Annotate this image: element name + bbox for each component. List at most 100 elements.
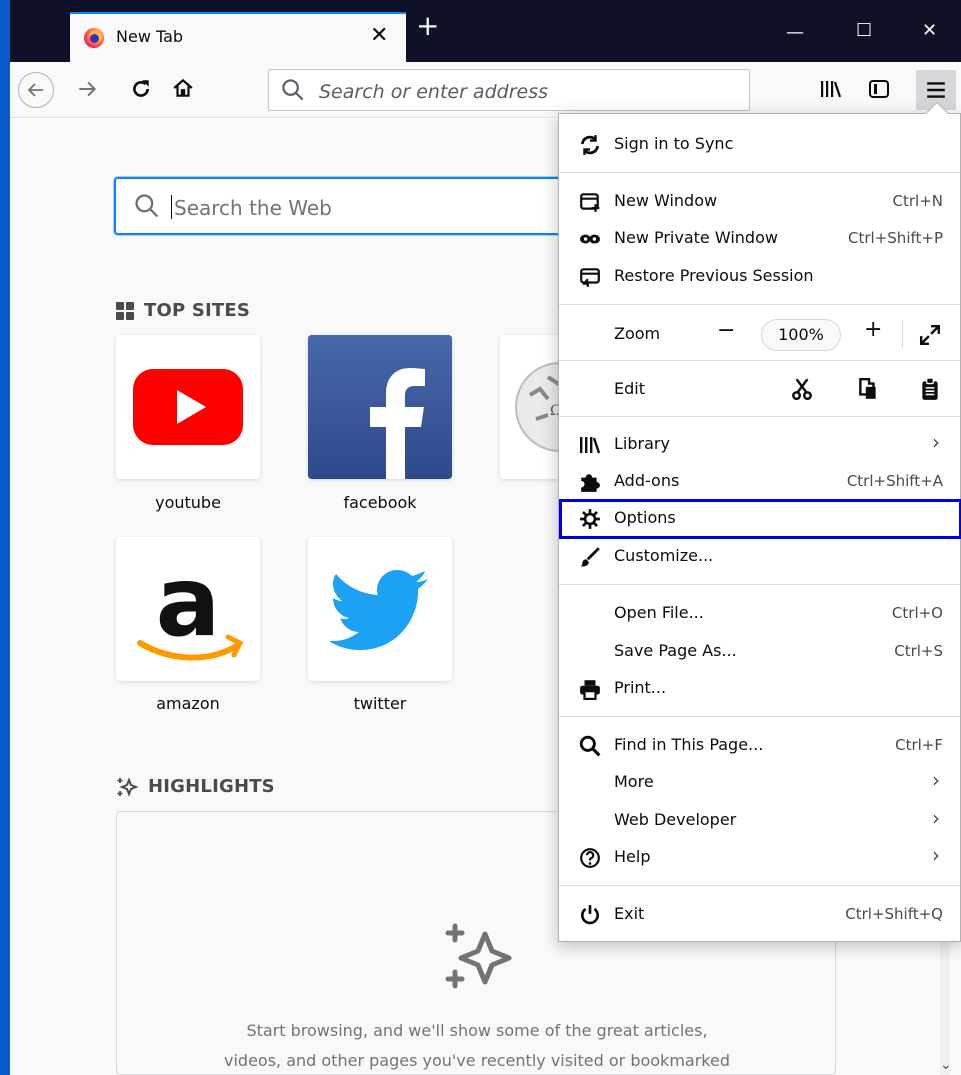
- menu-edit-row: Edit: [559, 371, 960, 408]
- arrow-right-icon: [79, 81, 97, 97]
- library-button[interactable]: [820, 79, 842, 105]
- search-icon: [282, 79, 304, 101]
- search-placeholder: Search the Web: [174, 196, 332, 220]
- text-caret: [171, 195, 172, 219]
- menu-shortcut: Ctrl+F: [895, 736, 943, 754]
- menu-separator: [559, 716, 960, 717]
- highlights-label: HIGHLIGHTS: [148, 776, 275, 797]
- menu-separator: [559, 584, 960, 585]
- top-sites-label: TOP SITES: [144, 300, 251, 321]
- menu-separator: [559, 885, 960, 886]
- address-placeholder: Search or enter address: [319, 81, 548, 103]
- menu-help[interactable]: Help ›: [559, 839, 960, 876]
- top-site-label: amazon: [156, 694, 220, 713]
- menu-customize[interactable]: Customize...: [559, 538, 960, 575]
- top-sites-heading: TOP SITES: [116, 300, 250, 321]
- power-icon: [581, 905, 599, 925]
- new-tab-button[interactable]: +: [416, 12, 439, 40]
- home-button[interactable]: [172, 77, 194, 105]
- firefox-logo-icon: [84, 28, 104, 48]
- menu-label: Restore Previous Session: [614, 266, 814, 285]
- menu-shortcut: Ctrl+Shift+A: [846, 472, 943, 490]
- menu-print[interactable]: Print...: [559, 670, 960, 707]
- hamburger-icon: [927, 82, 945, 98]
- menu-label: New Private Window: [614, 228, 778, 247]
- menu-label: Exit: [614, 904, 645, 923]
- tab-title: New Tab: [116, 27, 184, 46]
- chevron-right-icon: ›: [932, 430, 940, 454]
- menu-more[interactable]: More ›: [559, 764, 960, 801]
- menu-shortcut: Ctrl+S: [894, 642, 943, 660]
- top-site-twitter[interactable]: [308, 537, 452, 681]
- back-button[interactable]: [18, 72, 54, 108]
- menu-label: Library: [614, 434, 670, 453]
- top-site-facebook[interactable]: [308, 335, 452, 479]
- home-icon: [173, 78, 193, 97]
- top-site-amazon[interactable]: a: [116, 537, 260, 681]
- zoom-in-button[interactable]: +: [864, 317, 882, 342]
- menu-label: New Window: [614, 191, 718, 210]
- web-search-input[interactable]: Search the Web: [114, 177, 584, 235]
- menu-shortcut: Ctrl+O: [891, 604, 943, 622]
- menu-save-page[interactable]: Save Page As... Ctrl+S: [559, 633, 960, 670]
- menu-label: Save Page As...: [614, 641, 737, 660]
- fullscreen-icon[interactable]: [919, 324, 941, 346]
- scroll-down-arrow[interactable]: ⌄: [940, 1057, 952, 1073]
- menu-label: More: [614, 772, 654, 791]
- sidebar-button[interactable]: [868, 79, 890, 105]
- maximize-button[interactable]: ☐: [856, 20, 872, 41]
- cut-icon[interactable]: [791, 377, 813, 401]
- top-sites-grid-icon: [116, 302, 134, 320]
- highlights-message-line: videos, and other pages you've recently …: [224, 1051, 730, 1070]
- menu-addons[interactable]: Add-ons Ctrl+Shift+A: [559, 463, 960, 500]
- address-bar[interactable]: Search or enter address: [268, 69, 750, 111]
- tab-close-button[interactable]: ✕: [370, 23, 388, 48]
- chevron-right-icon: ›: [932, 768, 940, 792]
- close-window-button[interactable]: ✕: [922, 20, 937, 41]
- sparkle-icon: [117, 777, 138, 797]
- menu-exit[interactable]: Exit Ctrl+Shift+Q: [559, 896, 960, 933]
- paste-icon[interactable]: [919, 377, 941, 401]
- library-icon: [821, 81, 842, 98]
- menu-separator: [559, 172, 960, 173]
- printer-icon: [580, 680, 600, 700]
- svg-text:a: a: [156, 546, 221, 658]
- twitter-logo-icon: [329, 570, 428, 650]
- menu-shortcut: Ctrl+Shift+Q: [845, 905, 943, 923]
- forward-button[interactable]: [76, 78, 98, 106]
- menu-new-window[interactable]: New Window Ctrl+N: [559, 183, 960, 220]
- zoom-out-button[interactable]: −: [717, 318, 735, 343]
- puzzle-piece-icon: [581, 474, 600, 492]
- help-icon: [580, 848, 600, 868]
- top-site-youtube[interactable]: [116, 335, 260, 479]
- arrow-left-icon: [27, 83, 43, 97]
- menu-library[interactable]: Library ›: [559, 426, 960, 463]
- restore-session-icon: [580, 268, 600, 287]
- zoom-reset-button[interactable]: 100%: [761, 319, 841, 351]
- menu-sign-in-sync[interactable]: Sign in to Sync: [559, 126, 960, 163]
- menu-label: Options: [614, 508, 676, 527]
- tab-new-tab[interactable]: New Tab ✕: [70, 12, 406, 62]
- highlights-heading: HIGHLIGHTS: [116, 776, 275, 797]
- copy-icon[interactable]: [857, 377, 879, 401]
- menu-separator: [559, 304, 960, 305]
- gear-icon: [580, 509, 600, 529]
- minimize-button[interactable]: —: [786, 22, 804, 43]
- menu-label: Zoom: [614, 324, 661, 343]
- menu-options[interactable]: Options: [559, 499, 961, 539]
- menu-find-in-page[interactable]: Find in This Page... Ctrl+F: [559, 727, 960, 764]
- zoom-divider: [902, 320, 903, 348]
- private-mask-icon: [580, 234, 600, 244]
- menu-web-developer[interactable]: Web Developer ›: [559, 802, 960, 839]
- reload-button[interactable]: [130, 78, 152, 106]
- menu-label: Edit: [614, 379, 645, 398]
- menu-label: Web Developer: [614, 810, 737, 829]
- menu-label: Help: [614, 847, 651, 866]
- menu-new-private-window[interactable]: New Private Window Ctrl+Shift+P: [559, 220, 960, 257]
- top-site-label: youtube: [155, 493, 221, 512]
- menu-open-file[interactable]: Open File... Ctrl+O: [559, 595, 960, 632]
- highlights-message: Start browsing, and we'll show some of t…: [117, 1016, 837, 1075]
- menu-restore-session[interactable]: Restore Previous Session: [559, 258, 960, 295]
- sync-icon: [580, 135, 600, 155]
- top-site-label: twitter: [353, 694, 407, 713]
